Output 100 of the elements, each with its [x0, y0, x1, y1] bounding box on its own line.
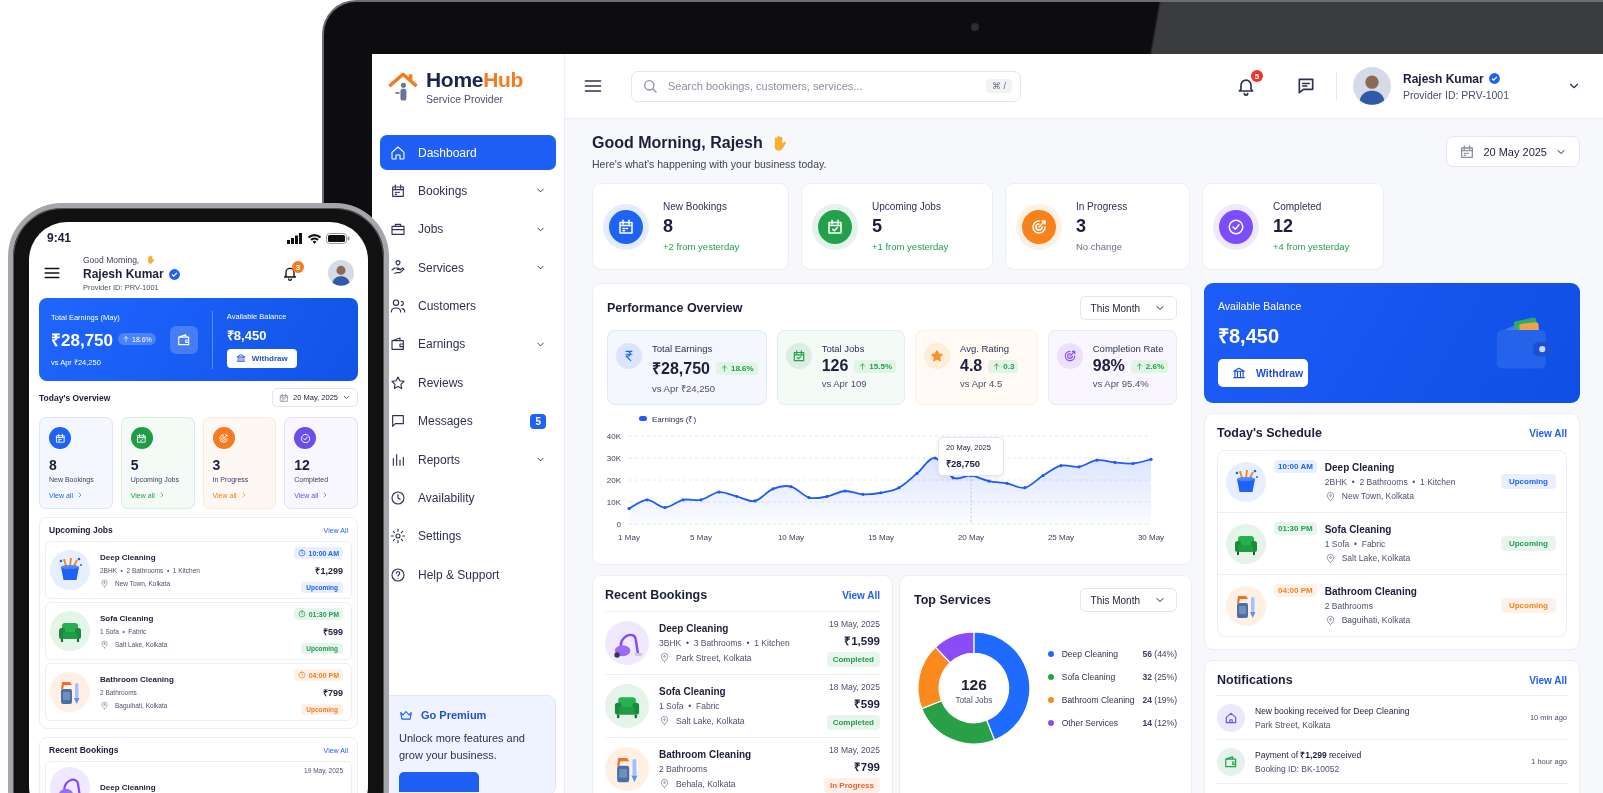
date-picker[interactable]: 20 May 2025: [1446, 136, 1580, 167]
booking-status: In Progress: [824, 778, 880, 793]
notification-text: Payment of ₹1,299 received: [1255, 749, 1363, 760]
y-axis-label: 10K: [606, 498, 621, 507]
x-axis-label: 30 May: [1137, 533, 1165, 542]
job-location: Salt Lake, Kolkata: [1341, 553, 1411, 563]
shortcut-key: ⌘ /: [986, 79, 1012, 93]
clock-icon: [297, 549, 306, 557]
location-pin-icon: [100, 578, 109, 588]
message-icon: [390, 413, 406, 430]
job-location: New Town, Kolkata: [1341, 491, 1414, 501]
metric-comparison: vs Apr ₹24,250: [652, 382, 717, 395]
view-all-link[interactable]: View All: [1529, 427, 1567, 439]
chevron-down-icon: [342, 393, 351, 402]
clock-icon: [390, 490, 406, 506]
stat-value: 5: [130, 457, 140, 473]
legend-label: Bathroom Cleaning: [1061, 694, 1135, 705]
location-pin-icon: [659, 715, 670, 726]
nav-item[interactable]: Customers: [410, 288, 556, 324]
greeting: Good Morning, Rajesh: [592, 134, 763, 152]
search-field[interactable]: Search bookings, customers, services... ⌘ /: [631, 70, 1021, 102]
booking-details: 1 Sofa • Fabric: [659, 701, 721, 711]
clock-icon: [297, 610, 306, 618]
change-value: 2.6%: [1145, 361, 1164, 371]
period-dropdown[interactable]: This Month: [1079, 296, 1177, 320]
nav-item[interactable]: Settings: [410, 518, 556, 554]
avatar[interactable]: [1352, 67, 1391, 105]
search-input[interactable]: Search bookings, customers, services...: [666, 79, 978, 93]
booking-status: Completed: [826, 715, 880, 730]
job-title: Deep Cleaning: [1324, 461, 1396, 473]
nav-item[interactable]: Messages 5: [410, 403, 556, 439]
legend-label: Deep Cleaning: [1061, 648, 1119, 659]
camera-dot: [970, 22, 980, 32]
house-icon: [390, 144, 406, 161]
crown-icon: [399, 708, 413, 722]
nav-item[interactable]: Reports: [410, 442, 556, 478]
job-price: ₹1,299: [315, 565, 343, 577]
nav-item[interactable]: Earnings: [410, 326, 556, 362]
avatar[interactable]: [328, 260, 354, 286]
booking-location: Park Street, Kolkata: [676, 652, 752, 663]
job-title: Bathroom Cleaning: [100, 674, 175, 684]
notification-count: 3: [292, 261, 304, 273]
greeting: Good Morning,: [83, 254, 140, 265]
stat-label: In Progress: [1076, 201, 1128, 212]
arrow-up-icon: [122, 335, 130, 343]
card-title: Today's Schedule: [1217, 426, 1322, 440]
people-icon: [390, 298, 406, 315]
bank-icon: [235, 353, 246, 363]
job-title: Bathroom Cleaning: [1324, 585, 1418, 597]
section-title: Upcoming Jobs: [49, 525, 113, 535]
stat-change: +4 from yesterday: [1273, 241, 1350, 252]
calendar-icon: [1459, 143, 1476, 160]
nav-item[interactable]: Jobs: [410, 211, 556, 247]
nav-item[interactable]: Help & Support: [410, 557, 556, 593]
booking-location: Behala, Kolkata: [676, 778, 736, 789]
tooltip-value: ₹28,750: [946, 456, 982, 470]
premium-title: Go Premium: [421, 709, 487, 721]
sofa-icon: [1226, 523, 1266, 564]
nav-item[interactable]: Availability: [410, 480, 556, 516]
view-all-link[interactable]: View All: [1529, 674, 1567, 686]
x-axis-label: 1 May: [618, 533, 640, 542]
period-dropdown[interactable]: This Month: [1079, 588, 1177, 612]
job-details: 2BHK • 2 Bathrooms • 1 Kitchen: [1324, 476, 1457, 487]
star-icon: [390, 374, 406, 391]
notification-detail: Booking ID: BK-10052: [1255, 764, 1341, 774]
vacuum-icon: [605, 621, 649, 665]
change-value: 18.6%: [730, 363, 754, 373]
bar-chart-icon: [390, 451, 406, 468]
metric-label: Completion Rate: [1092, 343, 1165, 354]
stat-value: 12: [294, 457, 311, 473]
withdraw-button[interactable]: Withdraw: [1218, 358, 1308, 387]
clock-icon: [297, 671, 306, 679]
wallet-icon: [169, 325, 198, 354]
notifications-button[interactable]: 5: [1231, 72, 1260, 100]
section-title: Today's Overview: [39, 392, 111, 403]
view-all-link[interactable]: View All: [842, 589, 880, 601]
donut-total: 126: [961, 675, 987, 693]
spray-bottle-icon: [50, 672, 90, 712]
waving-hand-icon: [145, 254, 157, 265]
nav-item[interactable]: Bookings: [410, 173, 556, 209]
legend-label: Sofa Cleaning: [1061, 671, 1117, 682]
withdraw-button[interactable]: Withdraw: [226, 348, 297, 368]
nav-item[interactable]: Services: [410, 250, 556, 286]
nav-item[interactable]: Reviews: [410, 365, 556, 401]
legend-label: Other Services: [1061, 717, 1119, 728]
wallet-icon: [390, 336, 406, 353]
sofa-icon: [50, 611, 90, 651]
location-pin-icon: [1324, 614, 1336, 626]
booking-details: 2 Bathrooms: [659, 764, 709, 774]
legend-label: Earnings (₹): [652, 414, 697, 424]
nav-item[interactable]: Dashboard: [380, 135, 556, 170]
briefcase-icon: [390, 221, 406, 238]
stat-change: No change: [1076, 241, 1123, 252]
notification-text: New booking received for Deep Cleaning: [1255, 705, 1411, 716]
stat-value: 3: [212, 457, 222, 473]
y-axis-label: 20K: [606, 476, 621, 485]
metric-value: 126: [821, 357, 849, 375]
earnings-amount: ₹28,750: [51, 329, 113, 351]
job-status: Upcoming: [1500, 598, 1556, 613]
arrow-up-icon: [719, 363, 729, 373]
